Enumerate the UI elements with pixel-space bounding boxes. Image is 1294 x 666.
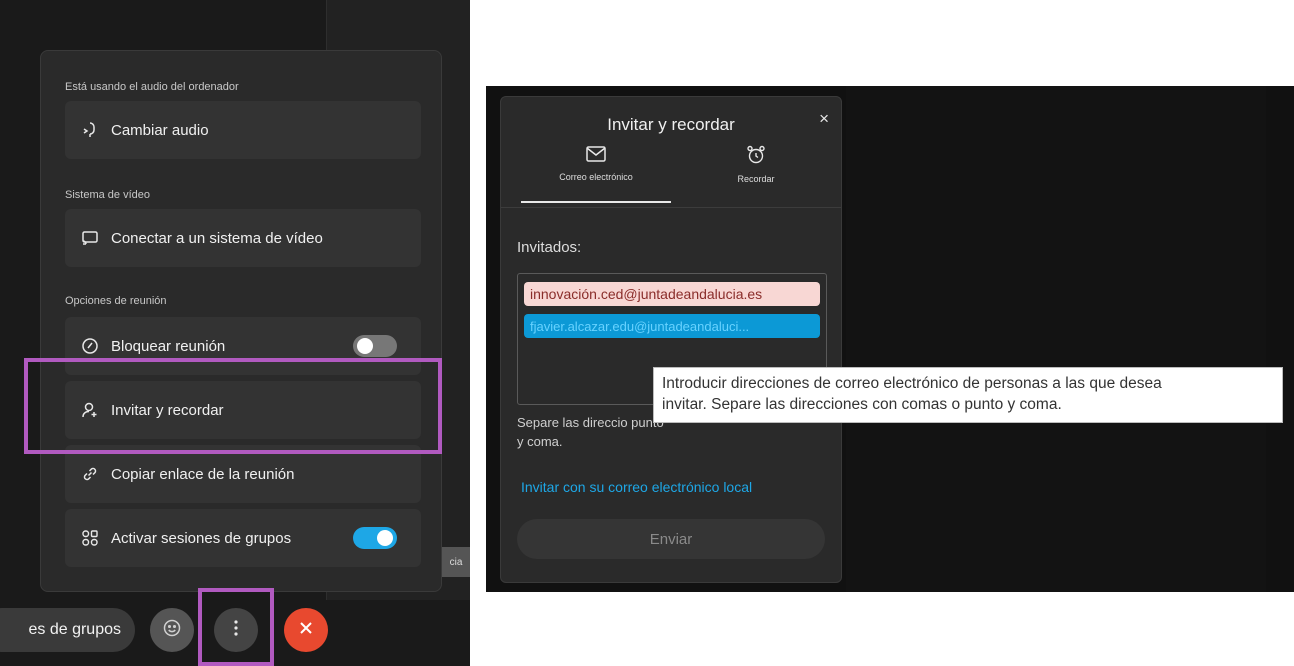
selected-tab-indicator bbox=[521, 201, 671, 203]
lock-meeting-label: Bloquear reunión bbox=[111, 337, 226, 355]
cast-icon bbox=[79, 227, 101, 249]
envelope-icon bbox=[585, 146, 607, 167]
breakout-groups-icon bbox=[79, 527, 101, 549]
right-screenshot: Invitar y recordar × Correo electrónico … bbox=[486, 86, 1294, 592]
invitee-chip[interactable]: innovación.ced@juntadeandalucia.es bbox=[524, 282, 820, 306]
connect-video-item[interactable]: Conectar a un sistema de vídeo bbox=[65, 209, 421, 267]
breakout-sessions-label: es de grupos bbox=[28, 621, 121, 638]
more-options-highlight-frame bbox=[198, 588, 274, 666]
audio-icon bbox=[79, 119, 101, 141]
end-call-button[interactable] bbox=[284, 608, 328, 652]
invite-highlight-frame bbox=[24, 358, 442, 454]
smiley-icon bbox=[162, 618, 182, 643]
breakout-item[interactable]: Activar sesiones de grupos bbox=[65, 509, 421, 567]
close-x-icon bbox=[299, 621, 313, 640]
reactions-button[interactable] bbox=[150, 608, 194, 652]
breakout-label: Activar sesiones de grupos bbox=[111, 529, 292, 547]
meeting-options-label: Opciones de reunión bbox=[65, 295, 167, 307]
invitee-chip[interactable]: fjavier.alcazar.edu@juntadeandaluci... bbox=[524, 314, 820, 338]
breakout-toggle[interactable] bbox=[353, 527, 397, 549]
connect-video-label: Conectar a un sistema de vídeo bbox=[111, 229, 323, 247]
toggle-knob bbox=[377, 530, 393, 546]
invite-remind-dialog: Invitar y recordar × Correo electrónico … bbox=[500, 96, 842, 583]
breakout-sessions-button[interactable]: es de grupos bbox=[0, 608, 135, 652]
change-audio-item[interactable]: Cambiar audio bbox=[65, 101, 421, 159]
alarm-clock-icon bbox=[745, 145, 767, 169]
close-icon[interactable]: × bbox=[819, 109, 829, 129]
video-section-label: Sistema de vídeo bbox=[65, 189, 150, 201]
tab-remind[interactable]: Recordar bbox=[681, 145, 831, 184]
link-icon bbox=[79, 463, 101, 485]
tooltip-line-1: Introducir direcciones de correo electró… bbox=[662, 375, 1162, 392]
background-strip bbox=[846, 86, 1266, 592]
tab-remind-label: Recordar bbox=[737, 174, 775, 184]
copy-link-label: Copiar enlace de la reunión bbox=[111, 465, 295, 483]
change-audio-label: Cambiar audio bbox=[111, 121, 209, 139]
tab-email-label: Correo electrónico bbox=[559, 172, 633, 182]
left-screenshot: Está usando el audio del ordenador Cambi… bbox=[0, 0, 470, 666]
invitees-label: Invitados: bbox=[517, 239, 582, 256]
local-mail-link[interactable]: Invitar con su correo electrónico local bbox=[521, 479, 752, 495]
tab-email[interactable]: Correo electrónico bbox=[521, 145, 671, 182]
lock-meeting-toggle[interactable] bbox=[353, 335, 397, 357]
tooltip-line-2: invitar. Separe las direcciones con coma… bbox=[662, 396, 1062, 413]
send-button[interactable]: Enviar bbox=[517, 519, 825, 559]
invitees-tooltip: Introducir direcciones de correo electró… bbox=[653, 367, 1283, 423]
lock-circle-icon bbox=[79, 335, 101, 357]
edge-chip: cia bbox=[442, 547, 470, 577]
separator-hint: Separe las direccio punto y coma. bbox=[517, 415, 664, 449]
toggle-knob bbox=[357, 338, 373, 354]
tab-divider bbox=[501, 207, 841, 208]
audio-section-label: Está usando el audio del ordenador bbox=[65, 81, 239, 93]
meeting-control-bar: es de grupos bbox=[0, 588, 470, 666]
more-options-menu: Está usando el audio del ordenador Cambi… bbox=[40, 50, 442, 592]
dialog-title: Invitar y recordar bbox=[607, 115, 735, 134]
